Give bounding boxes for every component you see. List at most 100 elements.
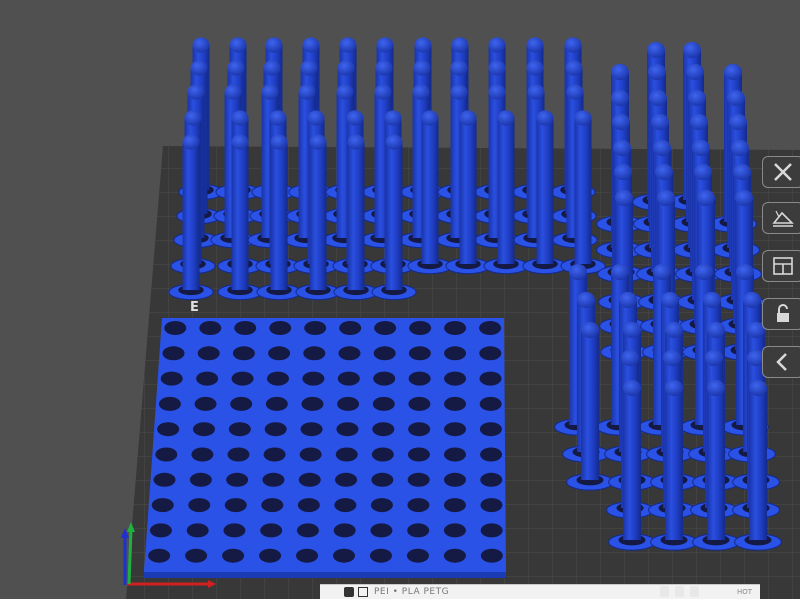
plate-hole [162, 346, 185, 361]
plate-icon [358, 587, 368, 597]
export-icon[interactable] [690, 586, 699, 597]
plate-hole [153, 472, 176, 487]
lock-button[interactable] [762, 298, 800, 330]
plate-hole [266, 371, 289, 386]
plate-hole [262, 472, 285, 487]
plate-hole [480, 498, 503, 513]
plate-hole [149, 523, 172, 538]
plate-hole [151, 498, 174, 513]
plate-hole [373, 346, 396, 361]
plate-hole [155, 447, 178, 462]
plate-hole [222, 548, 245, 563]
auto-orient-button[interactable] [762, 202, 800, 234]
plate-hole [231, 371, 254, 386]
close-button[interactable] [762, 156, 800, 188]
plate-hole [444, 422, 467, 437]
plate-hole [371, 447, 394, 462]
plate-hole [185, 548, 208, 563]
plate-hole [332, 548, 355, 563]
plate-hole [148, 548, 171, 563]
plate-hole [443, 447, 466, 462]
plate-hole [407, 447, 430, 462]
plate-hole [269, 321, 292, 335]
plate-hole [299, 447, 322, 462]
plate-hole [186, 523, 209, 538]
plate-hole [261, 498, 284, 513]
plate-hole [406, 548, 429, 563]
plate-hole [372, 396, 395, 411]
plate-hole [298, 472, 321, 487]
plate-hole [300, 422, 323, 437]
perforated-plate-model [144, 318, 506, 578]
plate-hole [296, 523, 319, 538]
plate-hole [264, 422, 287, 437]
plate-hole [230, 396, 253, 411]
plate-hole [372, 422, 395, 437]
plate-hole [480, 472, 503, 487]
settings-icon[interactable] [675, 586, 684, 597]
plate-hole [303, 346, 326, 361]
plate-hole [443, 523, 466, 538]
plate-hole [373, 371, 396, 386]
plate-hole [199, 321, 222, 335]
plate-hole [480, 523, 503, 538]
plate-hole [479, 371, 502, 386]
plate-hole [407, 472, 430, 487]
status-right-text: HOT [736, 588, 752, 596]
plate-hole [444, 396, 467, 411]
plate-hole [223, 523, 246, 538]
bottom-icons[interactable] [660, 586, 699, 597]
plate-hole [479, 396, 502, 411]
lock-icon [777, 304, 789, 322]
plate-hole [334, 498, 357, 513]
plate-hole [228, 422, 251, 437]
plate-hole [338, 346, 361, 361]
plate-hole [369, 548, 392, 563]
plate-hole [234, 321, 257, 335]
plate-hole [407, 523, 430, 538]
plate-hole [444, 346, 467, 361]
plate-hole [191, 447, 214, 462]
plate-hole [408, 396, 431, 411]
plate-hole [336, 422, 359, 437]
plate-hole [226, 472, 249, 487]
plate-hole [479, 346, 502, 361]
arrange-icon [773, 257, 793, 275]
arrange-button[interactable] [762, 250, 800, 282]
printer-icon [344, 587, 354, 597]
plate-hole [408, 346, 431, 361]
plate-hole [337, 371, 360, 386]
close-icon [774, 163, 792, 181]
plate-hole [339, 321, 362, 335]
status-text: PEI • PLA PETG [374, 587, 450, 597]
plate-hole [301, 396, 324, 411]
plate-hole [196, 371, 219, 386]
plate-hole [194, 396, 217, 411]
plate-hole [444, 321, 467, 335]
plate-hole [408, 422, 431, 437]
plate-hole [443, 548, 466, 563]
3d-viewport[interactable]: E [0, 0, 800, 599]
plate-hole [157, 422, 180, 437]
plate-hole [443, 472, 466, 487]
plate-hole [197, 346, 220, 361]
plate-hole [407, 498, 430, 513]
chevron-left-icon [776, 353, 787, 371]
plate-hole [335, 447, 358, 462]
bed-label: E [190, 300, 199, 315]
filament-icon[interactable] [660, 586, 669, 597]
plate-hole [188, 498, 211, 513]
plate-hole [409, 321, 432, 335]
plate-hole [227, 447, 250, 462]
plate-hole [302, 371, 325, 386]
auto-orient-icon [772, 210, 794, 227]
collapse-panel-button[interactable] [762, 346, 800, 378]
plate-hole [224, 498, 247, 513]
plate-hole [192, 422, 215, 437]
plate-hole [337, 396, 360, 411]
plate-hole [479, 422, 502, 437]
plate-hole [304, 321, 327, 335]
plate-hole [260, 523, 283, 538]
plate-hole [335, 472, 358, 487]
plate-hole [374, 321, 397, 335]
